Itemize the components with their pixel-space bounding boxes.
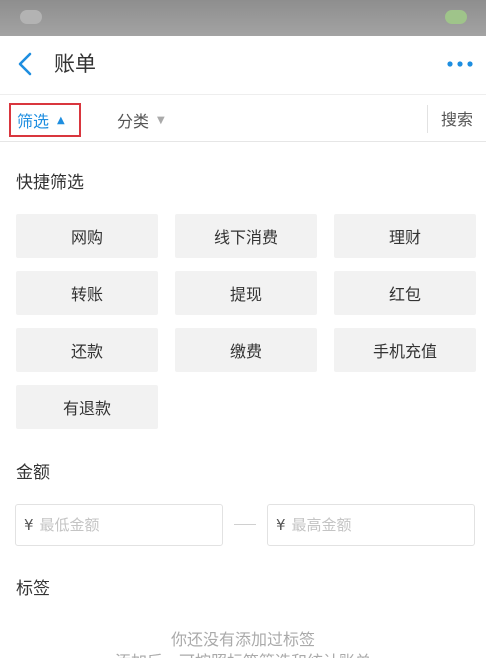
range-separator [234, 524, 256, 525]
max-amount-field[interactable]: ¥ [267, 504, 475, 546]
yen-icon: ¥ [24, 516, 34, 534]
quick-filter-chip[interactable]: 网购 [16, 214, 158, 258]
quick-filter-chip[interactable]: 手机充值 [334, 328, 476, 372]
caret-up-icon: ▲ [57, 114, 65, 126]
divider [427, 105, 428, 133]
quick-filter-chip[interactable]: 理财 [334, 214, 476, 258]
status-indicator [20, 10, 42, 24]
chevron-left-icon[interactable] [14, 50, 38, 78]
max-amount-input[interactable] [291, 516, 452, 534]
quick-filter-chip[interactable]: 提现 [175, 271, 317, 315]
tab-category-label: 分类 [117, 112, 150, 131]
page-title: 账单 [54, 52, 96, 76]
caret-down-icon: ▼ [157, 114, 165, 126]
min-amount-input[interactable] [39, 516, 200, 534]
yen-icon: ¥ [276, 516, 286, 534]
status-indicator [445, 10, 467, 24]
title-bar: 账单 [0, 36, 486, 94]
quick-filter-chip[interactable]: 转账 [16, 271, 158, 315]
more-dots-icon[interactable] [446, 56, 474, 70]
quick-filter-chip[interactable]: 缴费 [175, 328, 317, 372]
tab-filter[interactable]: 筛选 ▲ [9, 103, 81, 137]
tab-search[interactable]: 搜索 [441, 107, 473, 133]
tags-empty-line1: 你还没有添加过标签 [170, 630, 315, 649]
quick-filter-title: 快捷筛选 [16, 173, 84, 193]
amount-title: 金额 [16, 463, 50, 483]
status-bar [0, 0, 486, 36]
quick-filter-chip[interactable]: 线下消费 [175, 214, 317, 258]
filter-bar: 筛选 ▲ 分类 ▼ 搜索 [0, 94, 486, 142]
quick-filter-chip[interactable]: 还款 [16, 328, 158, 372]
tags-empty-line2: 添加后，可按照标签筛选和统计账单 [0, 648, 486, 658]
tags-title: 标签 [16, 579, 50, 599]
quick-filter-chip[interactable]: 红包 [334, 271, 476, 315]
quick-filter-chip[interactable]: 有退款 [16, 385, 158, 429]
tab-category[interactable]: 分类 ▼ [117, 107, 165, 133]
min-amount-field[interactable]: ¥ [15, 504, 223, 546]
tab-filter-label: 筛选 [17, 112, 50, 131]
